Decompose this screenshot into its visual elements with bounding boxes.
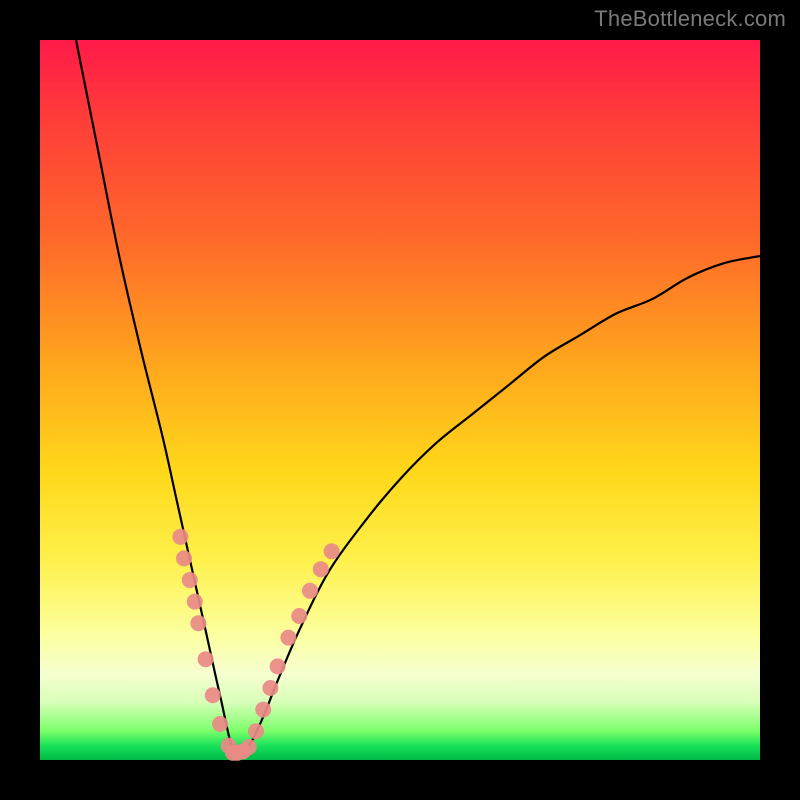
marker-dot: [182, 572, 198, 588]
marker-dot: [198, 651, 214, 667]
marker-dot: [302, 583, 318, 599]
marker-dot: [241, 739, 257, 755]
marker-dot: [270, 658, 286, 674]
marker-dot: [205, 687, 221, 703]
marker-dot: [280, 630, 296, 646]
marker-dot: [291, 608, 307, 624]
marker-dot: [324, 543, 340, 559]
marker-dot: [212, 716, 228, 732]
marker-dot: [248, 723, 264, 739]
marker-dot: [262, 680, 278, 696]
chart-svg: [40, 40, 760, 760]
bottleneck-curve: [76, 40, 760, 756]
marker-dot: [172, 529, 188, 545]
marker-dot: [176, 550, 192, 566]
watermark-text: TheBottleneck.com: [594, 6, 786, 32]
chart-frame: TheBottleneck.com: [0, 0, 800, 800]
marker-dot: [255, 702, 271, 718]
curve-markers: [172, 529, 339, 761]
marker-dot: [313, 561, 329, 577]
marker-dot: [190, 615, 206, 631]
marker-dot: [187, 594, 203, 610]
plot-area: [40, 40, 760, 760]
